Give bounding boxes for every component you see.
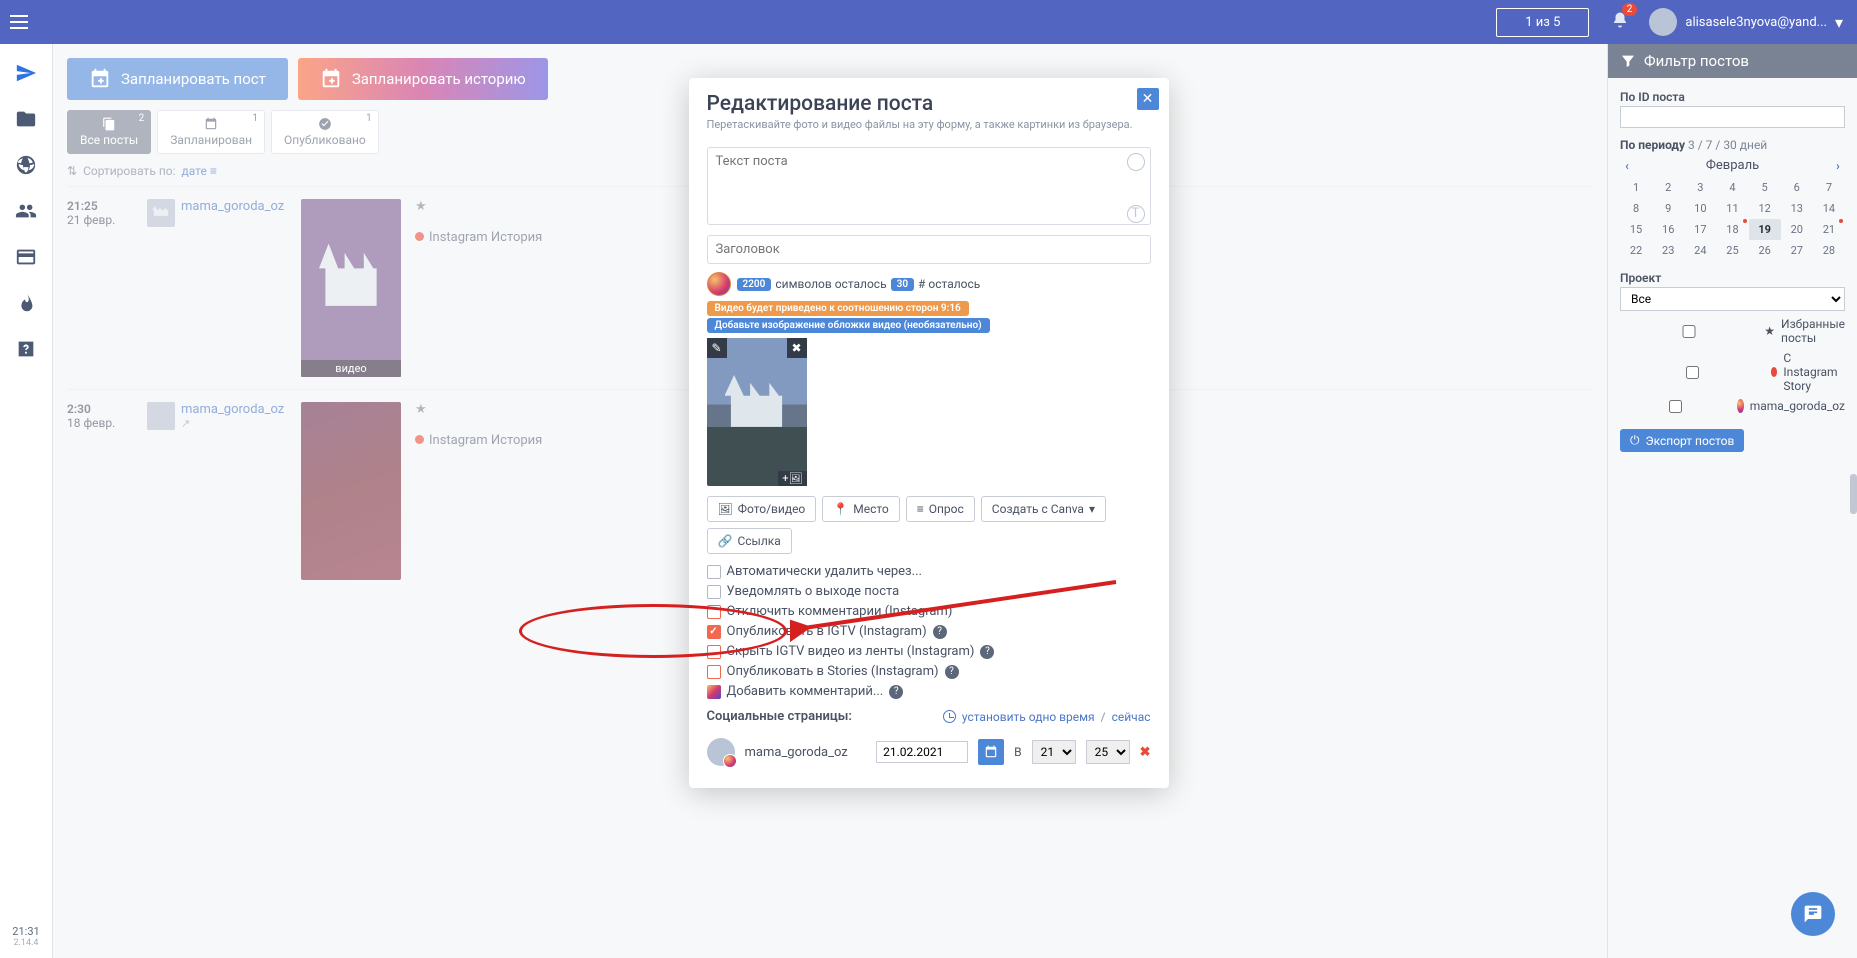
schedule-post-button[interactable]: Запланировать пост — [67, 58, 288, 100]
app-version: 2.14.4 — [12, 938, 39, 948]
hide-igtv-checkbox[interactable] — [707, 645, 721, 659]
edit-post-modal: ✕ Редактирование поста Перетаскивайте фо… — [689, 78, 1169, 788]
link-button[interactable]: 🔗 Ссылка — [707, 528, 792, 554]
filter-panel: Фильтр постов По ID поста По периоду 3 /… — [1607, 44, 1857, 958]
date-input[interactable] — [876, 741, 968, 763]
send-icon[interactable] — [15, 62, 37, 84]
avatar[interactable] — [1649, 8, 1677, 36]
schedule-story-label: Запланировать историю — [352, 70, 526, 88]
delete-icon[interactable]: ✖ — [787, 338, 807, 358]
tab-all-posts[interactable]: 2 Все посты — [67, 110, 151, 154]
minute-select[interactable]: 25 — [1086, 740, 1130, 764]
scrollbar-handle[interactable] — [1850, 474, 1857, 514]
help-icon[interactable]: ? — [980, 645, 994, 659]
post-text-input[interactable] — [707, 147, 1151, 225]
folder-icon[interactable] — [15, 108, 37, 130]
hour-select[interactable]: 21 — [1032, 740, 1076, 764]
clock-widget: 21:31 2.14.4 — [12, 925, 39, 948]
filter-id-input[interactable] — [1620, 106, 1845, 128]
users-icon[interactable] — [15, 200, 37, 222]
igtv-checkbox[interactable] — [707, 625, 721, 639]
period-links[interactable]: 3 / 7 / 30 дней — [1688, 138, 1767, 152]
emoji-icon[interactable] — [1127, 153, 1145, 171]
cal-next[interactable]: › — [1831, 159, 1845, 173]
cover-tag[interactable]: Добавьте изображение обложки видео (необ… — [707, 318, 990, 333]
story-checkbox[interactable] — [1620, 366, 1765, 379]
topbar: 1 из 5 2 alisasele3nyova@yand... ▾ — [0, 0, 1857, 44]
help-icon[interactable]: ? — [933, 625, 947, 639]
tab-published[interactable]: 1 Опубликовано — [271, 110, 379, 154]
media-thumbnail[interactable]: ✎ ✖ +🖼 — [707, 338, 807, 486]
schedule-post-label: Запланировать пост — [121, 70, 266, 88]
progress-counter[interactable]: 1 из 5 — [1496, 8, 1589, 37]
add-comment-checkbox[interactable] — [707, 685, 721, 699]
hamburger-icon[interactable] — [10, 15, 40, 29]
account-name: mama_goroda_oz — [745, 745, 867, 760]
export-button[interactable]: ⏻ Экспорт постов — [1620, 429, 1744, 452]
now-link[interactable]: сейчас — [1112, 710, 1151, 724]
notify-checkbox[interactable] — [707, 585, 721, 599]
chat-fab[interactable] — [1791, 892, 1835, 936]
schedule-story-button[interactable]: Запланировать историю — [298, 58, 548, 100]
canva-button[interactable]: Создать с Canva ▾ — [981, 496, 1106, 522]
calendar-grid[interactable]: 1234567 891011121314 15161718192021 2223… — [1620, 177, 1845, 261]
clock-time: 21:31 — [12, 925, 39, 938]
notifications-icon[interactable]: 2 — [1611, 11, 1629, 33]
user-menu-caret[interactable]: ▾ — [1835, 13, 1843, 32]
help-icon[interactable] — [15, 338, 37, 360]
set-one-time-link[interactable]: установить одно время — [962, 710, 1095, 724]
cal-prev[interactable]: ‹ — [1620, 159, 1634, 173]
close-icon[interactable]: ✕ — [1137, 88, 1159, 110]
instagram-icon — [707, 272, 731, 296]
place-button[interactable]: 📍 Место — [822, 496, 899, 522]
project-select[interactable]: Все — [1620, 287, 1845, 311]
globe-icon[interactable] — [15, 154, 37, 176]
autodelete-checkbox[interactable] — [707, 565, 721, 579]
help-icon[interactable]: ? — [945, 665, 959, 679]
poll-button[interactable]: ≡ Опрос — [906, 496, 975, 522]
disable-comments-checkbox[interactable] — [707, 605, 721, 619]
card-icon[interactable] — [15, 246, 37, 268]
tab-planned[interactable]: 1 Запланирован — [157, 110, 265, 154]
acc-checkbox[interactable] — [1620, 400, 1731, 413]
username-label[interactable]: alisasele3nyova@yand... — [1685, 15, 1827, 30]
modal-title: Редактирование поста — [707, 92, 1151, 116]
stories-checkbox[interactable] — [707, 665, 721, 679]
modal-subtitle: Перетаскивайте фото и видео файлы на эту… — [707, 118, 1151, 131]
ratio-tag: Видео будет приведено к соотношению стор… — [707, 301, 969, 316]
filter-icon — [1620, 53, 1636, 69]
sort-link[interactable]: дате ≡ — [182, 164, 217, 178]
fire-icon[interactable] — [15, 292, 37, 314]
text-tool-icon[interactable]: T — [1127, 205, 1145, 223]
heading-input[interactable] — [707, 235, 1151, 264]
side-nav: 21:31 2.14.4 — [0, 44, 53, 958]
remove-account-icon[interactable]: ✖ — [1140, 745, 1151, 760]
calendar-icon[interactable] — [978, 739, 1004, 765]
clock-icon — [943, 710, 956, 723]
notifications-badge: 2 — [1622, 3, 1638, 16]
help-icon[interactable]: ? — [889, 685, 903, 699]
edit-icon[interactable]: ✎ — [707, 338, 727, 358]
fav-checkbox[interactable] — [1620, 325, 1758, 338]
account-avatar — [707, 738, 735, 766]
add-image-icon[interactable]: +🖼 — [778, 471, 806, 486]
media-button[interactable]: 🖼 Фото/видео — [707, 496, 817, 522]
